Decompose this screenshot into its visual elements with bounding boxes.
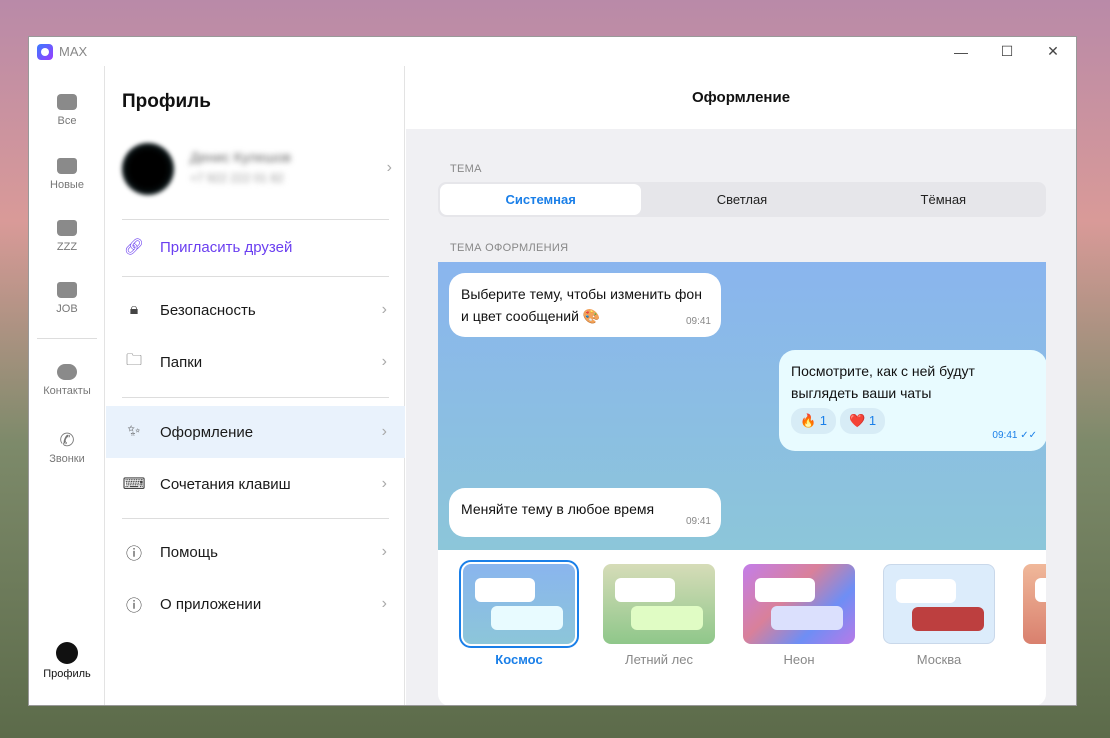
rail-label: Все xyxy=(57,115,77,127)
chevron-right-icon: › xyxy=(381,423,387,440)
menu-folders[interactable]: 🗀 Папки › xyxy=(106,336,405,388)
theme-partial[interactable]: Те xyxy=(1022,564,1046,667)
chevron-right-icon: › xyxy=(386,159,392,176)
theme-name: Космос xyxy=(495,652,543,667)
reaction-fire[interactable]: 🔥 1 xyxy=(791,408,837,434)
rail-item-job[interactable]: JOB xyxy=(29,282,105,315)
rail-item-profile[interactable]: Профиль xyxy=(29,642,105,680)
message-time: 09:41 ✓✓ xyxy=(992,430,1037,441)
profile-name: Денис Кулешов xyxy=(190,149,291,165)
message-text: Посмотрите, как с ней будут выглядеть ва… xyxy=(791,363,975,401)
preview-message: Меняйте тему в любое время 09:41 xyxy=(449,488,721,537)
reaction-heart[interactable]: ❤️ 1 xyxy=(840,408,886,434)
chevron-right-icon: › xyxy=(381,475,387,492)
max-logo-icon xyxy=(37,43,53,60)
menu-help[interactable]: ⓘ Помощь › xyxy=(106,526,405,578)
preview-message-own: Посмотрите, как с ней будут выглядеть ва… xyxy=(779,350,1046,451)
maximize-button[interactable]: ☐ xyxy=(984,37,1030,66)
info-icon: ⓘ xyxy=(125,598,142,615)
chevron-right-icon: › xyxy=(381,353,387,370)
theme-moscow[interactable]: Москва xyxy=(882,564,996,667)
theme-name: Те xyxy=(1022,652,1046,667)
theme-kosmos[interactable]: Космос xyxy=(459,560,579,667)
page-title: Профиль xyxy=(122,91,211,112)
menu-security[interactable]: 🔒︎ Безопасность › xyxy=(106,284,405,336)
rail-item-all[interactable]: Все xyxy=(29,94,105,127)
chevron-right-icon: › xyxy=(381,301,387,318)
folder-icon xyxy=(57,220,77,236)
menu-label: Папки xyxy=(160,353,203,371)
folder-icon xyxy=(57,282,77,298)
divider xyxy=(122,518,389,519)
divider xyxy=(122,276,389,277)
rail-label: Новые xyxy=(50,179,84,191)
chevron-right-icon: › xyxy=(381,595,387,612)
rail-label: JOB xyxy=(56,303,78,315)
folder-open-icon: 🗀 xyxy=(125,351,142,369)
magic-wand-icon: ✨︎ xyxy=(127,423,141,440)
divider xyxy=(122,397,389,398)
panel-title: Оформление xyxy=(406,66,1076,129)
rail-item-calls[interactable]: ✆ Звонки xyxy=(29,430,105,465)
app-window: MAX — ☐ ✕ Все Новые ZZZ JOB Контакты ✆ Зв… xyxy=(28,36,1077,706)
menu-label: Помощь xyxy=(160,543,218,561)
rail-label: Звонки xyxy=(49,453,85,465)
lock-icon: 🔒︎ xyxy=(129,301,139,318)
menu-label: Сочетания клавиш xyxy=(160,475,291,493)
rail-item-contacts[interactable]: Контакты xyxy=(29,364,105,397)
menu-label: О приложении xyxy=(160,595,262,613)
appearance-panel: Оформление ТЕМА Системная Светлая Тёмная… xyxy=(406,66,1076,705)
settings-panel: Профиль Денис Кулешов +7 922 222 01 82 ›… xyxy=(106,66,405,705)
message-time: 09:41 xyxy=(685,516,711,527)
profile-phone: +7 922 222 01 82 xyxy=(190,171,284,185)
rail-item-new[interactable]: Новые xyxy=(29,158,105,191)
menu-appearance[interactable]: ✨︎ Оформление › xyxy=(106,406,405,458)
nav-rail: Все Новые ZZZ JOB Контакты ✆ Звонки Профи… xyxy=(29,66,105,705)
rail-item-zzz[interactable]: ZZZ xyxy=(29,220,105,253)
rail-label: Контакты xyxy=(43,385,91,397)
section-label: ТЕМА ОФОРМЛЕНИЯ xyxy=(450,242,569,254)
divider xyxy=(37,338,97,339)
theme-summer-forest[interactable]: Летний лес xyxy=(602,564,716,667)
message-text: Выберите тему, чтобы изменить фон и цвет… xyxy=(461,286,702,324)
link-icon: 🔗︎ xyxy=(123,239,145,256)
mode-light[interactable]: Светлая xyxy=(641,184,842,215)
profile-icon xyxy=(56,642,78,664)
menu-label: Пригласить друзей xyxy=(160,238,293,256)
theme-name: Летний лес xyxy=(625,652,693,667)
mode-system[interactable]: Системная xyxy=(440,184,642,215)
menu-label: Безопасность xyxy=(160,301,256,319)
help-icon: ⓘ xyxy=(125,546,142,563)
mode-dark[interactable]: Тёмная xyxy=(843,184,1044,215)
divider xyxy=(122,219,389,220)
theme-name: Москва xyxy=(916,652,962,667)
folder-icon xyxy=(57,158,77,174)
contacts-icon xyxy=(57,364,77,380)
keyboard-icon: ⌨ xyxy=(122,476,146,493)
app-title: MAX xyxy=(59,44,88,59)
theme-preview: Выберите тему, чтобы изменить фон и цвет… xyxy=(438,262,1046,550)
title-bar: MAX — ☐ ✕ xyxy=(29,37,1076,66)
chevron-right-icon: › xyxy=(381,543,387,560)
theme-mode-switch: Системная Светлая Тёмная xyxy=(438,182,1046,217)
chat-icon xyxy=(57,94,77,110)
rail-label: ZZZ xyxy=(56,241,78,253)
minimize-button[interactable]: — xyxy=(938,37,984,66)
message-text: Меняйте тему в любое время xyxy=(461,501,655,517)
rail-label: Профиль xyxy=(43,668,91,680)
phone-icon: ✆ xyxy=(59,430,75,450)
profile-card[interactable]: Денис Кулешов +7 922 222 01 82 › xyxy=(122,141,392,201)
theme-name: Неон xyxy=(783,652,815,667)
section-label: ТЕМА xyxy=(450,163,482,175)
menu-about[interactable]: ⓘ О приложении › xyxy=(106,578,405,630)
message-time: 09:41 xyxy=(685,316,711,327)
theme-list: Космос Летний лес Неон Москва Те xyxy=(438,550,1046,705)
menu-invite-friends[interactable]: 🔗︎ Пригласить друзей xyxy=(106,221,405,273)
menu-shortcuts[interactable]: ⌨ Сочетания клавиш › xyxy=(106,458,405,510)
theme-neon[interactable]: Неон xyxy=(742,564,856,667)
preview-message: Выберите тему, чтобы изменить фон и цвет… xyxy=(449,273,721,337)
avatar xyxy=(122,143,174,195)
close-button[interactable]: ✕ xyxy=(1030,37,1076,66)
menu-label: Оформление xyxy=(160,423,254,441)
